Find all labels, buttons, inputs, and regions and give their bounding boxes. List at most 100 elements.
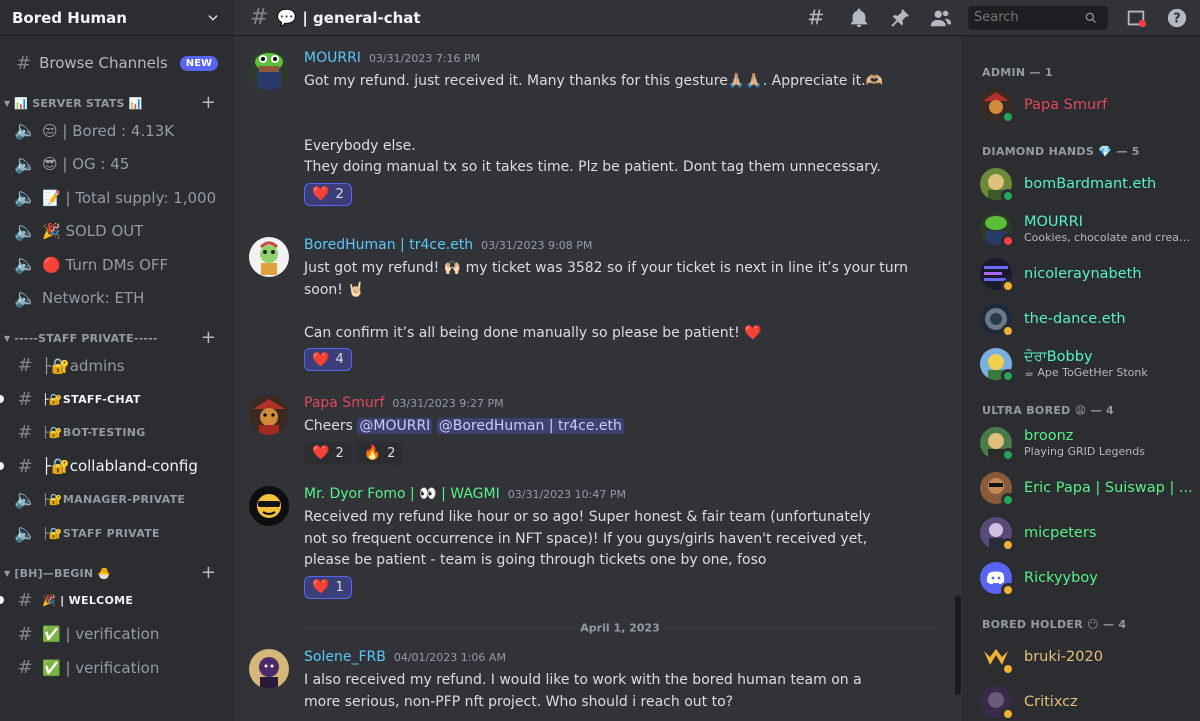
- server-header[interactable]: Bored Human: [0, 0, 234, 36]
- channel-item[interactable]: # 🎉 | WELCOME: [0, 584, 234, 618]
- notification-bell-icon[interactable]: [846, 5, 872, 31]
- reaction-heart[interactable]: ❤️ 4: [304, 348, 352, 371]
- status-online-icon: [1001, 109, 1015, 124]
- member-avatar: [980, 516, 1015, 552]
- browse-channels-button[interactable]: # Browse Channels NEW: [8, 46, 226, 80]
- message-line: Can confirm it’s all being done manually…: [304, 324, 762, 341]
- member-name: Eric Papa | Suiswap | ...: [1024, 479, 1193, 496]
- channel-item[interactable]: 🔈 Network: ETH: [0, 282, 234, 316]
- channel-item[interactable]: 🔈 ├🔐MANAGER-PRIVATE: [0, 483, 234, 517]
- member-item[interactable]: ਦੋਰਾBobby ☕ Ape ToGetHer Stonk: [962, 341, 1200, 386]
- member-list-icon[interactable]: [928, 5, 954, 31]
- member-item[interactable]: bruki-2020: [962, 634, 1200, 679]
- create-channel-plus-icon[interactable]: +: [201, 329, 216, 347]
- reaction-heart[interactable]: ❤️ 2: [304, 182, 352, 206]
- category-begin[interactable]: ▼ [BH]—BEGIN 🐣 +: [0, 562, 234, 584]
- message-content: I also received my refund. I would like …: [304, 670, 884, 713]
- category-server-stats[interactable]: ▼ 📊 SERVER STATS 📊 +: [0, 92, 234, 114]
- channel-item[interactable]: # ├🔐admins: [0, 349, 234, 383]
- caret-icon: ▼: [4, 333, 11, 343]
- channel-item[interactable]: 🔈 ├🔐STAFF PRIVATE: [0, 517, 234, 551]
- reaction-heart[interactable]: ❤️ 2: [304, 441, 352, 465]
- message-timestamp: 03/31/2023 7:16 PM: [368, 52, 481, 65]
- category-label: -----STAFF PRIVATE-----: [14, 331, 158, 345]
- channel-name: ✅ | verification: [42, 625, 160, 644]
- reaction-fire[interactable]: 🔥 2: [355, 441, 404, 465]
- message-author[interactable]: MOURRI: [304, 50, 361, 66]
- channel-item[interactable]: 🔈 📝 | Total supply: 1,000: [0, 181, 234, 215]
- channel-title: | general-chat: [302, 8, 421, 27]
- message-timestamp: 03/31/2023 9:08 PM: [481, 239, 593, 252]
- scrollbar-thumb[interactable]: [955, 595, 961, 695]
- member-item[interactable]: MOURRI Cookies, chocolate and cream...: [962, 206, 1200, 251]
- message-author[interactable]: Solene_FRB: [304, 649, 386, 665]
- hash-icon: #: [17, 422, 33, 444]
- svg-text:?: ?: [1173, 11, 1180, 26]
- status-idle-icon: [1001, 537, 1015, 552]
- member-name: bruki-2020: [1024, 648, 1103, 665]
- member-group-label: DIAMOND HANDS 💎 — 5: [982, 144, 1140, 158]
- reaction-count: 2: [335, 186, 344, 202]
- channel-name: 📝 | Total supply: 1,000: [42, 188, 217, 207]
- status-online-icon: [1001, 188, 1015, 203]
- channel-item[interactable]: # ├🔐STAFF-CHAT: [0, 383, 234, 417]
- message-line: [304, 114, 924, 136]
- avatar[interactable]: [249, 237, 289, 277]
- avatar[interactable]: [249, 486, 289, 526]
- user-mention[interactable]: @MOURRI: [357, 418, 433, 434]
- date-divider: April 1, 2023: [304, 621, 936, 635]
- threads-icon[interactable]: [805, 5, 831, 31]
- message-line: Got my refund. just received it. Many th…: [304, 73, 884, 89]
- channel-item[interactable]: # ✅ | verification: [0, 651, 234, 685]
- channel-item[interactable]: # ✅ | verification: [0, 618, 234, 652]
- message-author[interactable]: Mr. Dyor Fomo | 👀 | WAGMI: [304, 486, 500, 502]
- search-input[interactable]: [974, 10, 1084, 25]
- member-item[interactable]: Papa Smurf: [962, 82, 1200, 127]
- channel-item[interactable]: 🔈 😒 | Bored : 4.13K: [0, 114, 234, 148]
- message-line: Received my refund like hour or so ago! …: [304, 509, 871, 568]
- status-online-icon: [1001, 368, 1015, 383]
- message-author[interactable]: Papa Smurf: [304, 395, 384, 411]
- member-avatar: [980, 640, 1015, 676]
- avatar[interactable]: [249, 649, 289, 689]
- hash-icon: #: [17, 355, 33, 377]
- pin-icon[interactable]: [887, 5, 913, 31]
- member-item[interactable]: Rickyyboy: [962, 555, 1200, 600]
- member-list: ADMIN — 1 Papa Smurf DIAMOND HANDS 💎 — 5…: [962, 36, 1200, 721]
- search-box[interactable]: [968, 5, 1108, 30]
- channel-item[interactable]: # ├🔐BOT-TESTING: [0, 416, 234, 450]
- reaction-heart[interactable]: ❤️ 1: [304, 575, 352, 599]
- category-staff-private[interactable]: ▼ -----STAFF PRIVATE----- +: [0, 327, 234, 349]
- user-mention[interactable]: @BoredHuman | tr4ce.eth: [436, 418, 624, 434]
- avatar[interactable]: [249, 395, 289, 435]
- channel-item[interactable]: # ├🔐collabland-config: [0, 450, 234, 484]
- help-icon[interactable]: ?: [1164, 5, 1190, 31]
- category-label: [BH]—BEGIN 🐣: [14, 566, 112, 580]
- speaker-icon: 🔈: [14, 254, 37, 276]
- message-line: [304, 301, 924, 323]
- member-item[interactable]: broonz Playing GRID Legends: [962, 420, 1200, 465]
- inbox-icon[interactable]: [1123, 5, 1149, 31]
- channel-item[interactable]: 🔈 😎 | OG : 45: [0, 148, 234, 182]
- member-item[interactable]: bomBardmant.eth: [962, 161, 1200, 206]
- channel-name: ├🔐collabland-config: [42, 457, 198, 476]
- member-item[interactable]: micpeters: [962, 510, 1200, 555]
- member-name: broonz: [1024, 427, 1074, 444]
- status-idle-icon: [1001, 278, 1015, 293]
- member-item[interactable]: Eric Papa | Suiswap | ...: [962, 465, 1200, 510]
- create-channel-plus-icon[interactable]: +: [201, 94, 216, 112]
- heart-emoji: ❤️: [312, 186, 330, 202]
- member-name: MOURRI: [1024, 213, 1083, 230]
- create-channel-plus-icon[interactable]: +: [201, 564, 216, 582]
- speaker-icon: 🔈: [14, 153, 37, 175]
- member-item[interactable]: nicoleraynabeth: [962, 251, 1200, 296]
- channel-item[interactable]: 🔈 🔴 Turn DMs OFF: [0, 248, 234, 282]
- member-item[interactable]: Critixcz: [962, 679, 1200, 721]
- member-group-label: ULTRA BORED 😩 — 4: [982, 403, 1114, 417]
- channel-name: ├🔐MANAGER-PRIVATE: [42, 493, 186, 507]
- channel-item[interactable]: 🔈 🎉 SOLD OUT: [0, 215, 234, 249]
- message-author[interactable]: BoredHuman | tr4ce.eth: [304, 237, 473, 253]
- reaction-count: 1: [335, 579, 344, 595]
- member-item[interactable]: the-dance.eth: [962, 296, 1200, 341]
- avatar[interactable]: [249, 50, 289, 90]
